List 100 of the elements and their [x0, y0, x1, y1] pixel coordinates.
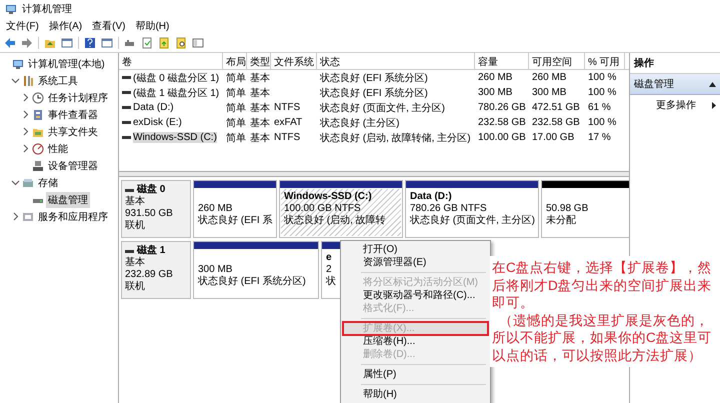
- help-icon[interactable]: [84, 37, 96, 49]
- tree-item[interactable]: 计算机管理(本地): [26, 56, 107, 72]
- window-icon[interactable]: [192, 37, 204, 49]
- table-cell: 100.00 GB: [478, 132, 526, 143]
- tree-item[interactable]: 设备管理器: [46, 158, 100, 174]
- actions-section-header[interactable]: 磁盘管理: [630, 74, 720, 95]
- table-cell: 100 %: [588, 72, 616, 83]
- gauge-icon: [32, 142, 44, 154]
- table-cell[interactable]: exDisk (E:): [133, 117, 182, 128]
- section-label: 磁盘管理: [634, 78, 674, 91]
- menu-item[interactable]: 打开(O): [343, 243, 488, 256]
- search-document-icon[interactable]: [175, 37, 187, 49]
- column-header[interactable]: 可用空间: [529, 53, 585, 70]
- partition-info: 300 MB: [198, 264, 232, 276]
- table-cell: exFAT: [274, 117, 302, 128]
- back-icon[interactable]: [4, 37, 16, 49]
- partition[interactable]: 50.98 GB 未分配: [541, 180, 629, 238]
- panel-icon[interactable]: [101, 37, 113, 49]
- table-cell-text: 简单: [226, 116, 246, 130]
- disk-name: 磁盘 1: [137, 245, 166, 256]
- menu-item[interactable]: 更改驱动器号和路径(C)...: [343, 289, 488, 302]
- toolbox-icon: [22, 74, 34, 86]
- menu-item[interactable]: 帮助(H): [343, 388, 488, 401]
- menu-item[interactable]: 文件(F): [1, 18, 44, 34]
- table-cell-text: 状态良好 (EFI 系统分区): [320, 86, 428, 100]
- clock-icon: [32, 92, 44, 104]
- table-cell: 17 %: [588, 132, 611, 143]
- chevron-down-icon[interactable]: [11, 76, 20, 85]
- table-cell-text: 基本: [250, 72, 270, 84]
- column-header[interactable]: 卷: [119, 53, 223, 70]
- column-header[interactable]: 容量: [475, 53, 529, 70]
- partition-title: Windows-SSD (C:): [284, 191, 372, 203]
- menu-item[interactable]: 压缩卷(H)...: [343, 335, 488, 348]
- forward-icon[interactable]: [21, 37, 33, 49]
- table-cell: 232.58 GB: [478, 117, 526, 128]
- partition-info: 状态良好 (页面文件, 主分区): [410, 215, 535, 227]
- table-cell-text: 状态良好 (主分区): [320, 116, 400, 130]
- chevron-right-icon[interactable]: [21, 110, 30, 119]
- menu-item[interactable]: 资源管理器(E): [343, 256, 488, 269]
- tree-item[interactable]: 共享文件夹: [46, 124, 100, 140]
- document-icon[interactable]: [158, 37, 170, 49]
- panel-icon[interactable]: [61, 37, 73, 49]
- table-cell: 100 %: [588, 117, 616, 128]
- folder-up-icon[interactable]: [44, 37, 56, 49]
- chevron-right-icon[interactable]: [21, 144, 30, 153]
- partition-info: 780.26 GB NTFS: [410, 203, 487, 214]
- partition-info: 100.00 GB NTFS: [284, 203, 361, 214]
- column-header[interactable]: 布局: [223, 53, 247, 70]
- menu-item[interactable]: 查看(V): [87, 18, 130, 34]
- partition-info: 状态良好 (EFI 系统分区): [198, 276, 306, 288]
- partition[interactable]: 260 MB 状态良好 (EFI 系: [193, 180, 277, 238]
- table-cell[interactable]: Windows-SSD (C:): [133, 132, 217, 143]
- chevron-right-icon[interactable]: [11, 212, 20, 221]
- caret-right-icon[interactable]: [712, 102, 716, 108]
- partition-title: e: [326, 252, 332, 264]
- table-cell: 260 MB: [478, 72, 512, 83]
- menu-item[interactable]: 帮助(H): [130, 18, 174, 34]
- log-icon: [32, 108, 44, 120]
- chevron-right-icon[interactable]: [21, 93, 30, 102]
- disk-status: 联机: [125, 220, 146, 232]
- tree-item[interactable]: 存储: [36, 174, 60, 190]
- tree-item[interactable]: 系统工具: [36, 72, 80, 88]
- partition[interactable]: 300 MB 状态良好 (EFI 系统分区): [193, 241, 319, 299]
- chevron-down-icon[interactable]: [11, 178, 20, 187]
- table-cell: NTFS: [274, 102, 300, 113]
- menu-item[interactable]: 属性(P): [343, 368, 488, 381]
- column-header[interactable]: 状态: [317, 53, 475, 70]
- disk-size: 931.50 GB: [125, 208, 174, 220]
- partition[interactable]: Windows-SSD (C:) 100.00 GB NTFS 状态良好 (启动, 故障转: [279, 180, 403, 238]
- table-cell[interactable]: Data (D:): [133, 102, 174, 113]
- tree-item[interactable]: 磁盘管理: [46, 192, 90, 208]
- table-cell-text: 基本: [250, 86, 270, 100]
- tree-item[interactable]: 服务和应用程序: [36, 208, 110, 224]
- table-cell[interactable]: (磁盘 0 磁盘分区 1): [133, 70, 220, 84]
- annotation-text: 在C盘点右键，选择【扩展卷】，然后将刚才D盘匀出来的空间扩展出来即可。: [492, 259, 713, 312]
- caret-up-icon[interactable]: [709, 82, 716, 86]
- storage-icon: [22, 176, 34, 188]
- column-header[interactable]: 类型: [247, 53, 271, 70]
- drive-icon[interactable]: [124, 37, 136, 49]
- table-cell-text: 状态良好 (启动, 故障转储, 主分区): [320, 132, 471, 144]
- checked-document-icon[interactable]: [141, 37, 153, 49]
- partition[interactable]: Data (D:) 780.26 GB NTFS 状态良好 (页面文件, 主分区): [405, 180, 539, 238]
- tree-item[interactable]: 性能: [46, 140, 70, 156]
- table-cell: 260 MB: [532, 72, 566, 83]
- column-header[interactable]: 文件系统: [271, 53, 317, 70]
- table-cell-text: 状态良好 (EFI 系统分区): [320, 72, 428, 84]
- menu-item[interactable]: 操作(A): [44, 18, 88, 34]
- tree-item[interactable]: 任务计划程序: [46, 90, 110, 106]
- chevron-right-icon[interactable]: [21, 127, 30, 136]
- table-cell-text: 简单: [226, 132, 246, 144]
- partition-info: 260 MB: [198, 203, 232, 214]
- table-cell: 472.51 GB: [532, 102, 580, 113]
- disk-type: 基本: [125, 257, 146, 269]
- table-cell[interactable]: (磁盘 1 磁盘分区 1): [133, 86, 220, 100]
- annotation-text: （遗憾的是我这里扩展是灰色的，所以不能扩展，如果你的C盘这里可以点的话，可以按照此方法扩展）: [492, 312, 713, 364]
- column-header[interactable]: % 可用: [585, 53, 625, 70]
- tree-item[interactable]: 事件查看器: [46, 106, 100, 122]
- table-cell-text: 简单: [226, 72, 246, 84]
- action-link[interactable]: 更多操作: [656, 98, 696, 112]
- table-cell-text: 基本: [250, 116, 270, 130]
